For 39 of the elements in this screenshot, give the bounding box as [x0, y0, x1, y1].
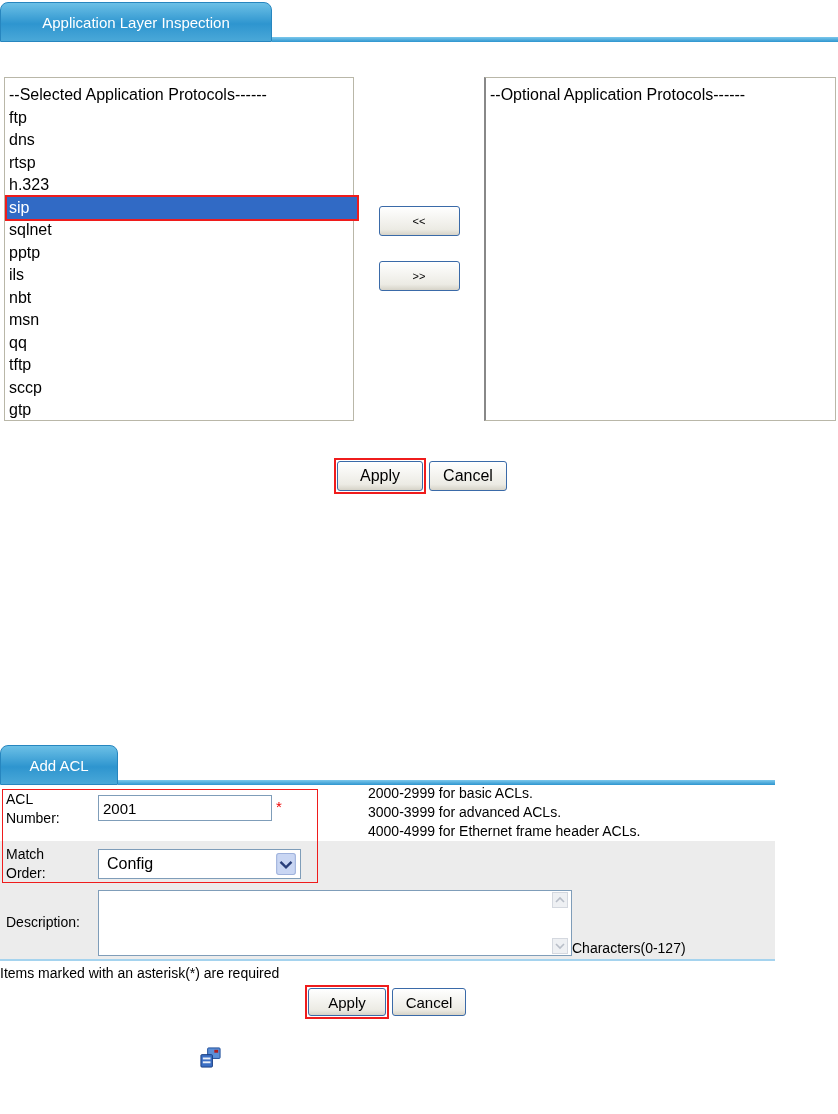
protocol-option[interactable]: dns	[7, 129, 351, 152]
required-note: Items marked with an asterisk(*) are required	[0, 965, 281, 981]
field-label: ACL Number:	[5, 790, 61, 828]
protocol-option[interactable]: sccp	[7, 376, 351, 399]
protocol-option[interactable]: tftp	[7, 354, 351, 377]
range-hint: 4000-4999 for Ethernet frame header ACLs.	[368, 822, 641, 841]
protocol-option[interactable]: nbt	[7, 286, 351, 309]
protocol-option[interactable]: h.323	[7, 174, 351, 197]
network-computers-icon	[199, 1046, 222, 1069]
list-heading: --Optional Application Protocols------	[489, 85, 747, 105]
range-hint: 2000-2999 for basic ACLs.	[368, 784, 534, 803]
protocol-option[interactable]: rtsp	[7, 151, 351, 174]
chevron-down-icon	[276, 852, 296, 875]
character-limit-hint: Characters(0-127)	[572, 940, 686, 956]
protocol-option[interactable]: gtp	[7, 399, 351, 422]
protocol-option[interactable]: ils	[7, 264, 351, 287]
optional-protocols-list[interactable]: --Optional Application Protocols------	[484, 77, 836, 421]
move-button[interactable]: <<	[378, 206, 460, 236]
scroll-up-icon[interactable]	[552, 891, 568, 908]
protocol-option[interactable]: msn	[7, 309, 351, 332]
protocol-option[interactable]: sip	[7, 196, 357, 219]
protocol-option[interactable]: pptp	[7, 241, 351, 264]
acl-number-field[interactable]: 2001	[98, 795, 272, 821]
protocol-option[interactable]: qq	[7, 331, 351, 354]
apply-button[interactable]: Apply	[337, 461, 423, 491]
required-mark: *	[276, 798, 283, 815]
field-label: Description:	[5, 913, 81, 932]
apply-button[interactable]: Apply	[308, 988, 386, 1016]
match-order-dropdown[interactable]: Config	[98, 848, 301, 879]
move-button[interactable]: >>	[378, 261, 460, 291]
range-hint: 3000-3999 for advanced ACLs.	[368, 803, 563, 822]
scroll-down-icon[interactable]	[552, 937, 568, 954]
cancel-button[interactable]: Cancel	[429, 461, 507, 491]
list-heading: --Selected Application Protocols------	[8, 85, 268, 105]
protocol-option[interactable]: sqlnet	[7, 219, 351, 242]
cancel-button[interactable]: Cancel	[392, 988, 466, 1016]
protocol-option[interactable]: ftp	[7, 106, 351, 129]
field-label: Match Order:	[5, 844, 47, 883]
description-field[interactable]	[98, 889, 572, 956]
